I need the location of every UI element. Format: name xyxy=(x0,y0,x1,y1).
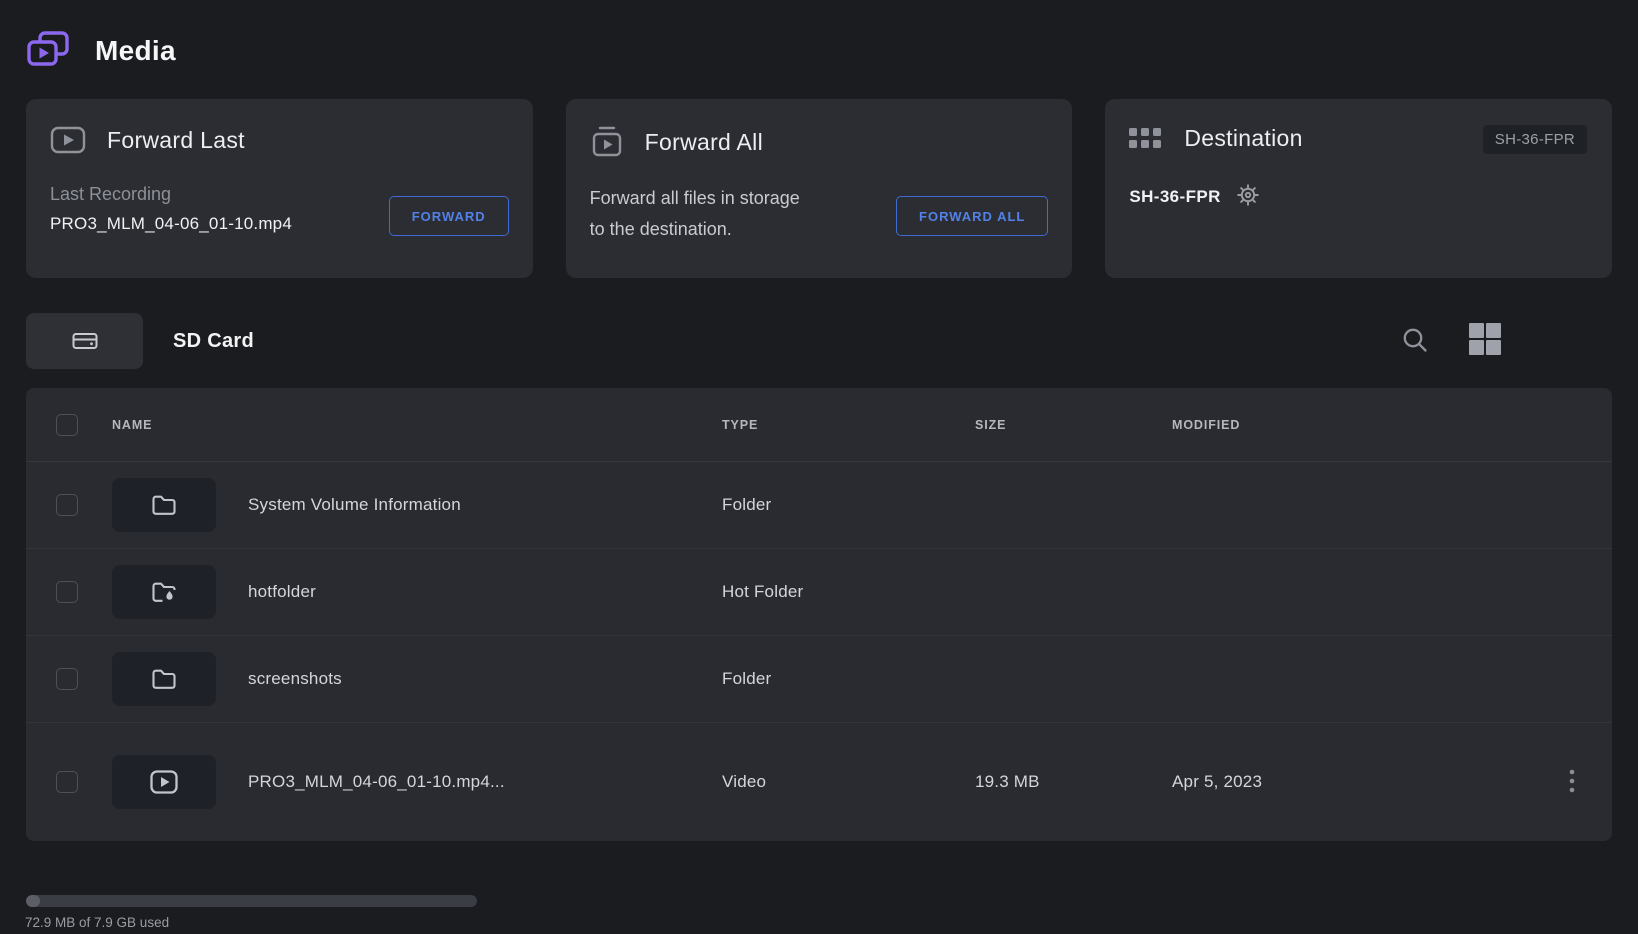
row-menu-button[interactable] xyxy=(1563,763,1581,802)
file-name: hotfolder xyxy=(248,582,316,602)
forward-all-description: Forward all files in storage to the dest… xyxy=(590,183,890,245)
file-type: Video xyxy=(722,772,975,792)
storage-usage-bar[interactable] xyxy=(26,895,477,907)
destination-grid-icon xyxy=(1129,128,1163,150)
action-cards: Forward Last Last Recording PRO3_MLM_04-… xyxy=(26,99,1612,278)
forward-button[interactable]: FORWARD xyxy=(389,196,509,236)
folder-icon xyxy=(150,491,178,519)
kebab-icon xyxy=(1569,769,1575,793)
search-icon xyxy=(1400,325,1430,355)
source-toolbar: SD Card xyxy=(26,313,1612,369)
forward-all-icon xyxy=(590,125,624,159)
file-type: Folder xyxy=(722,495,975,515)
page-header: Media xyxy=(0,0,1638,72)
column-header-modified: MODIFIED xyxy=(1172,418,1531,432)
sd-card-icon xyxy=(70,326,100,356)
hot-folder-icon xyxy=(150,578,178,606)
file-modified: Apr 5, 2023 xyxy=(1172,772,1531,792)
table-body: System Volume Information Folder ho xyxy=(26,462,1612,841)
column-header-size: SIZE xyxy=(975,418,1172,432)
table-header-row: NAME TYPE SIZE MODIFIED xyxy=(26,388,1612,462)
forward-last-card: Forward Last Last Recording PRO3_MLM_04-… xyxy=(26,99,533,278)
folder-icon xyxy=(150,665,178,693)
destination-badge: SH-36-FPR xyxy=(1483,125,1587,154)
card-title: Destination xyxy=(1184,125,1302,152)
file-thumbnail[interactable] xyxy=(112,565,216,619)
card-title: Forward Last xyxy=(107,127,245,154)
file-size: 19.3 MB xyxy=(975,772,1172,792)
row-checkbox[interactable] xyxy=(56,771,78,793)
file-thumbnail[interactable] xyxy=(112,478,216,532)
card-title: Forward All xyxy=(645,129,763,156)
destination-card: Destination SH-36-FPR SH-36-FPR xyxy=(1105,99,1612,278)
search-button[interactable] xyxy=(1400,325,1430,358)
table-row[interactable]: hotfolder Hot Folder xyxy=(26,549,1612,636)
column-header-name: NAME xyxy=(112,418,722,432)
grid-view-icon xyxy=(1468,322,1502,356)
row-checkbox[interactable] xyxy=(56,668,78,690)
page-title: Media xyxy=(95,35,176,67)
forward-all-card: Forward All Forward all files in storage… xyxy=(566,99,1073,278)
table-row[interactable]: PRO3_MLM_04-06_01-10.mp4... Video 19.3 M… xyxy=(26,723,1612,841)
file-name: System Volume Information xyxy=(248,495,461,515)
storage-usage-text: 72.9 MB of 7.9 GB used xyxy=(25,915,169,930)
source-title: SD Card xyxy=(173,330,254,353)
sd-card-source-button[interactable] xyxy=(26,313,143,369)
destination-value: SH-36-FPR xyxy=(1129,187,1220,207)
media-logo-icon xyxy=(26,30,70,72)
file-type: Folder xyxy=(722,669,975,689)
row-checkbox[interactable] xyxy=(56,581,78,603)
table-row[interactable]: System Volume Information Folder xyxy=(26,462,1612,549)
file-thumbnail[interactable] xyxy=(112,755,216,809)
storage-usage-fill xyxy=(26,895,40,907)
file-type: Hot Folder xyxy=(722,582,975,602)
file-name: screenshots xyxy=(248,669,342,689)
row-checkbox[interactable] xyxy=(56,494,78,516)
destination-settings-button[interactable] xyxy=(1236,183,1260,210)
file-thumbnail[interactable] xyxy=(112,652,216,706)
play-screen-icon xyxy=(50,125,86,155)
forward-all-button[interactable]: FORWARD ALL xyxy=(896,196,1048,236)
table-row[interactable]: screenshots Folder xyxy=(26,636,1612,723)
video-play-icon xyxy=(149,769,179,795)
gear-icon xyxy=(1236,183,1260,207)
column-header-type: TYPE xyxy=(722,418,975,432)
file-table: NAME TYPE SIZE MODIFIED System Volume In… xyxy=(26,388,1612,841)
grid-view-button[interactable] xyxy=(1468,322,1502,359)
select-all-checkbox[interactable] xyxy=(56,414,78,436)
file-name: PRO3_MLM_04-06_01-10.mp4... xyxy=(248,772,505,792)
